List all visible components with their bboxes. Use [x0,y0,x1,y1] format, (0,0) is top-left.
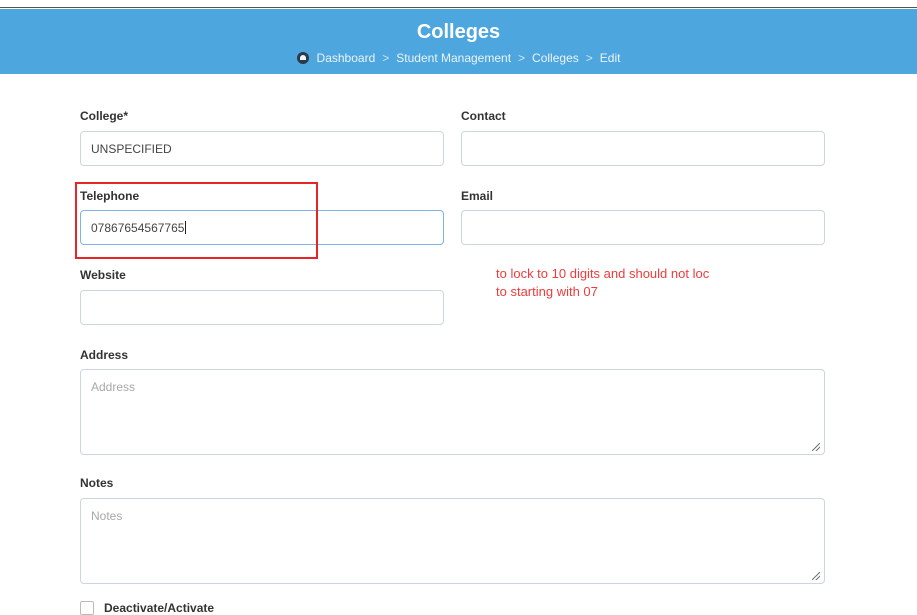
annotation-note: to lock to 10 digits and should not loc … [496,265,856,301]
dashboard-icon [296,52,309,64]
resize-handle-icon[interactable] [812,572,820,580]
breadcrumb-separator: > [382,51,390,65]
annotation-highlight-box [75,182,318,259]
website-label: Website [80,268,126,282]
college-value: UNSPECIFIED [91,141,172,156]
breadcrumb-dashboard[interactable]: Dashboard [317,51,376,65]
breadcrumb-student-management[interactable]: Student Management [396,51,511,65]
notes-textarea[interactable]: Notes [80,498,825,584]
breadcrumb-edit: Edit [599,51,621,65]
annotation-line-1: to lock to 10 digits and should not loc [496,266,710,281]
deactivate-label: Deactivate/Activate [104,601,215,615]
address-placeholder: Address [91,380,136,394]
contact-input[interactable] [461,131,825,166]
address-textarea[interactable]: Address [80,369,825,455]
email-input[interactable] [461,210,825,245]
college-input[interactable]: UNSPECIFIED [80,131,444,166]
notes-label: Notes [80,476,114,490]
breadcrumb: Dashboard > Student Management > College… [0,51,917,65]
breadcrumb-separator: > [585,51,593,65]
annotation-line-2: to starting with 07 [496,284,598,299]
breadcrumb-separator: > [518,51,526,65]
breadcrumb-colleges[interactable]: Colleges [532,51,579,65]
email-label: Email [461,189,494,203]
page-header: Colleges Dashboard > Student Management … [0,9,917,74]
resize-handle-icon[interactable] [812,443,820,451]
website-input[interactable] [80,290,444,325]
top-border [0,0,917,8]
page-title: Colleges [416,21,501,43]
address-label: Address [80,348,129,362]
deactivate-checkbox[interactable] [80,601,94,615]
college-label: College* [80,109,129,123]
contact-label: Contact [461,109,506,123]
notes-placeholder: Notes [91,509,123,523]
